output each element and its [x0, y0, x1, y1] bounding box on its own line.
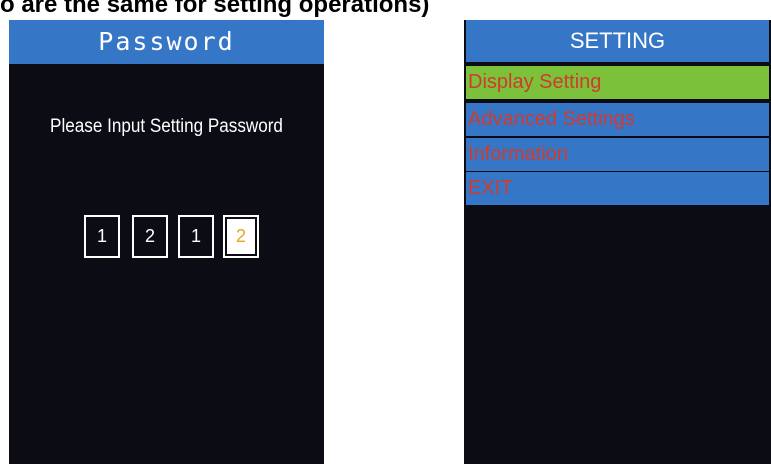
setting-screen: SETTING Display Setting Advanced Setting… — [464, 20, 771, 464]
password-prompt: Please Input Setting Password — [50, 116, 283, 137]
caption-text: o are the same for setting operations) — [0, 0, 430, 18]
password-title: Password — [9, 20, 324, 64]
page: o are the same for setting operations) P… — [0, 0, 771, 464]
password-digit-4-active[interactable]: 2 — [223, 215, 259, 258]
menu-item-information[interactable]: Information — [466, 138, 769, 171]
menu-item-display-setting[interactable]: Display Setting — [466, 66, 769, 99]
password-digit-1[interactable]: 1 — [84, 215, 120, 258]
menu-item-advanced-settings[interactable]: Advanced Settings — [466, 103, 769, 136]
password-screen: Password Please Input Setting Password 1… — [9, 20, 324, 464]
password-digit-3[interactable]: 1 — [178, 215, 214, 258]
setting-title: SETTING — [466, 20, 769, 62]
menu-item-exit[interactable]: EXIT — [466, 172, 769, 205]
password-digit-2[interactable]: 2 — [132, 215, 168, 258]
